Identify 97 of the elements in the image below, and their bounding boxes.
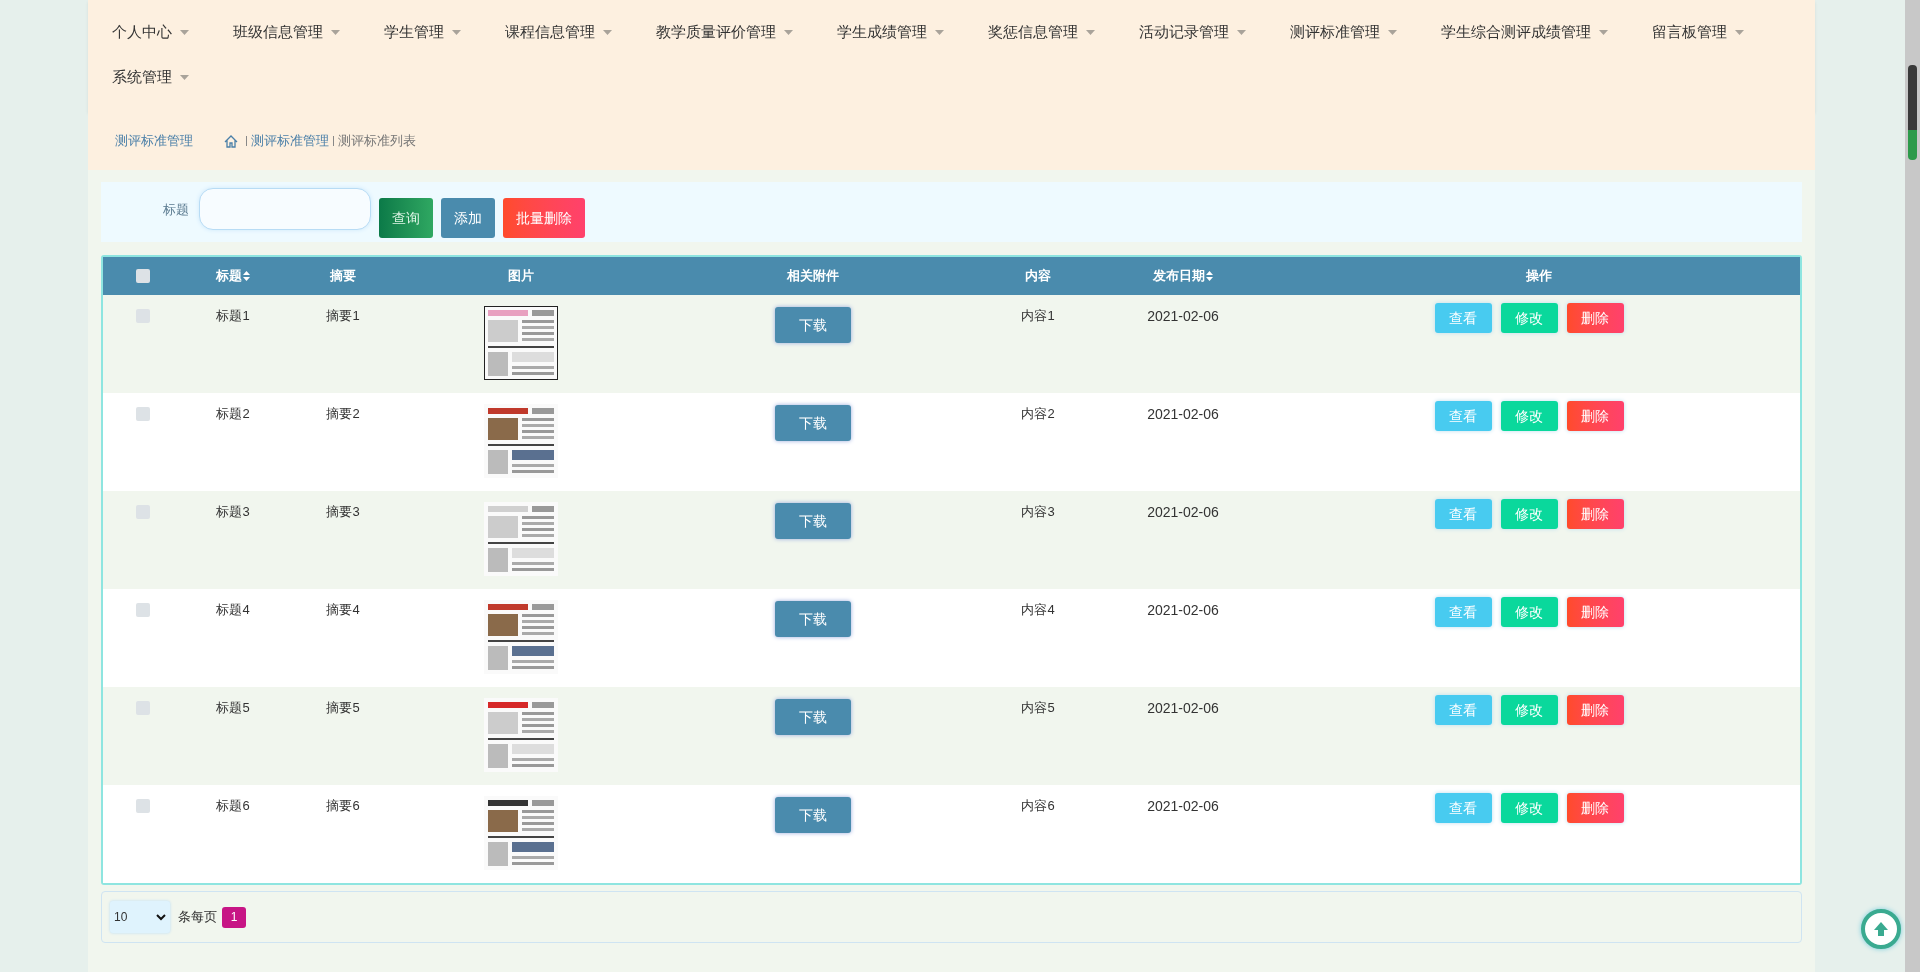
table-cell-text: 2021-02-06 xyxy=(1147,699,1219,718)
breadcrumb-separator xyxy=(246,136,247,146)
nav-menu-item[interactable]: 奖惩信息管理 xyxy=(988,20,1095,44)
view-button[interactable]: 查看 xyxy=(1434,597,1492,627)
nav-menu-item[interactable]: 学生综合测评成绩管理 xyxy=(1441,20,1608,44)
table-cell-text: 2021-02-06 xyxy=(1147,307,1219,326)
view-button[interactable]: 查看 xyxy=(1434,499,1492,529)
column-header: 操作 xyxy=(1526,267,1552,286)
table-cell-text: 标题3 xyxy=(216,503,250,521)
caret-icon xyxy=(1388,29,1397,35)
download-button[interactable]: 下载 xyxy=(775,699,851,735)
field-label: 标题 xyxy=(163,201,189,219)
row-checkbox[interactable] xyxy=(136,799,150,813)
sort-icon[interactable] xyxy=(243,271,250,281)
table-cell-text: 内容6 xyxy=(1021,797,1055,815)
caret-icon xyxy=(331,29,340,35)
table-cell-text: 标题2 xyxy=(216,405,250,423)
add-button[interactable]: 添加 xyxy=(441,198,495,238)
view-button[interactable]: 查看 xyxy=(1434,695,1492,725)
download-button[interactable]: 下载 xyxy=(775,601,851,637)
column-header: 摘要 xyxy=(330,267,356,286)
scrollbar[interactable] xyxy=(1905,0,1920,972)
download-button[interactable]: 下载 xyxy=(775,797,851,833)
table-cell-text: 摘要5 xyxy=(326,699,360,717)
table-cell-text: 内容4 xyxy=(1021,601,1055,619)
page-button[interactable]: 1 xyxy=(222,906,246,928)
nav-menu-item[interactable]: 学生成绩管理 xyxy=(837,20,944,44)
column-header: 图片 xyxy=(507,267,534,286)
caret-icon xyxy=(784,29,793,35)
delete-button[interactable]: 删除 xyxy=(1566,793,1624,823)
nav-menu-item[interactable]: 留言板管理 xyxy=(1652,20,1744,44)
column-header: 内容 xyxy=(1025,267,1051,286)
row-checkbox[interactable] xyxy=(136,603,150,617)
nav-menu-item[interactable]: 学生管理 xyxy=(384,20,461,44)
delete-button[interactable]: 删除 xyxy=(1566,499,1624,529)
table-cell-text: 标题1 xyxy=(216,307,250,325)
caret-icon xyxy=(935,29,944,35)
column-header[interactable]: 标题 xyxy=(216,266,250,286)
delete-button[interactable]: 删除 xyxy=(1566,695,1624,725)
table-cell-text: 内容3 xyxy=(1021,503,1055,521)
download-button[interactable]: 下载 xyxy=(775,503,851,539)
delete-button[interactable]: 删除 xyxy=(1566,303,1624,333)
table-cell-text: 2021-02-06 xyxy=(1147,601,1219,620)
table-cell-text: 摘要6 xyxy=(326,797,360,815)
nav-menu-item[interactable]: 班级信息管理 xyxy=(233,20,340,44)
chevron-down-icon xyxy=(156,913,166,921)
nav-menu-item[interactable]: 课程信息管理 xyxy=(505,20,612,44)
row-checkbox[interactable] xyxy=(136,407,150,421)
table-cell-text: 2021-02-06 xyxy=(1147,503,1219,522)
table-cell-text: 标题6 xyxy=(216,797,250,815)
page-size-select[interactable]: 10 xyxy=(110,901,170,933)
search-button[interactable]: 查询 xyxy=(379,198,433,238)
caret-icon xyxy=(603,29,612,35)
table-cell-text: 摘要1 xyxy=(326,307,360,325)
view-button[interactable]: 查看 xyxy=(1434,303,1492,333)
view-button[interactable]: 查看 xyxy=(1434,401,1492,431)
table-cell-text: 标题5 xyxy=(216,699,250,717)
column-header: 相关附件 xyxy=(787,267,839,286)
table-cell-text: 摘要3 xyxy=(326,503,360,521)
delete-button[interactable]: 删除 xyxy=(1566,597,1624,627)
select-all-checkbox[interactable] xyxy=(136,269,150,283)
nav-menu-item[interactable]: 活动记录管理 xyxy=(1139,20,1246,44)
column-header[interactable]: 发布日期 xyxy=(1153,266,1213,286)
per-page-label: 条每页 xyxy=(178,908,217,927)
view-button[interactable]: 查看 xyxy=(1434,793,1492,823)
download-button[interactable]: 下载 xyxy=(775,307,851,343)
caret-icon xyxy=(180,29,189,35)
breadcrumb-item: 测评标准列表 xyxy=(338,132,416,151)
nav-menu-item[interactable]: 教学质量评价管理 xyxy=(656,20,793,44)
arrow-up-icon xyxy=(1873,921,1889,937)
caret-icon xyxy=(1599,29,1608,35)
caret-icon xyxy=(1237,29,1246,35)
table-cell-text: 标题4 xyxy=(216,601,250,619)
title-input-field[interactable] xyxy=(199,188,371,230)
caret-icon xyxy=(452,29,461,35)
nav-menu-item[interactable]: 测评标准管理 xyxy=(1290,20,1397,44)
nav-menu-item[interactable]: 个人中心 xyxy=(112,20,189,44)
sort-icon[interactable] xyxy=(1206,271,1213,281)
nav-menu-item[interactable]: 系统管理 xyxy=(112,65,189,89)
caret-icon xyxy=(180,74,189,80)
caret-icon xyxy=(1735,29,1744,35)
delete-button[interactable]: 批量删除 xyxy=(503,198,585,238)
table-cell-text: 内容1 xyxy=(1021,307,1055,325)
table-cell-text: 2021-02-06 xyxy=(1147,797,1219,816)
page-title: 测评标准管理 xyxy=(115,132,193,151)
table-cell-text: 2021-02-06 xyxy=(1147,405,1219,424)
delete-button[interactable]: 删除 xyxy=(1566,401,1624,431)
breadcrumb-separator xyxy=(333,136,334,146)
download-button[interactable]: 下载 xyxy=(775,405,851,441)
table-cell-text: 内容2 xyxy=(1021,405,1055,423)
table-cell-text: 内容5 xyxy=(1021,699,1055,717)
breadcrumb-item[interactable]: 测评标准管理 xyxy=(251,131,329,151)
back-to-top-button[interactable] xyxy=(1861,909,1901,949)
home-icon[interactable] xyxy=(224,134,238,148)
table-cell-text: 摘要4 xyxy=(326,601,360,619)
caret-icon xyxy=(1086,29,1095,35)
table-cell-text: 摘要2 xyxy=(326,405,360,423)
